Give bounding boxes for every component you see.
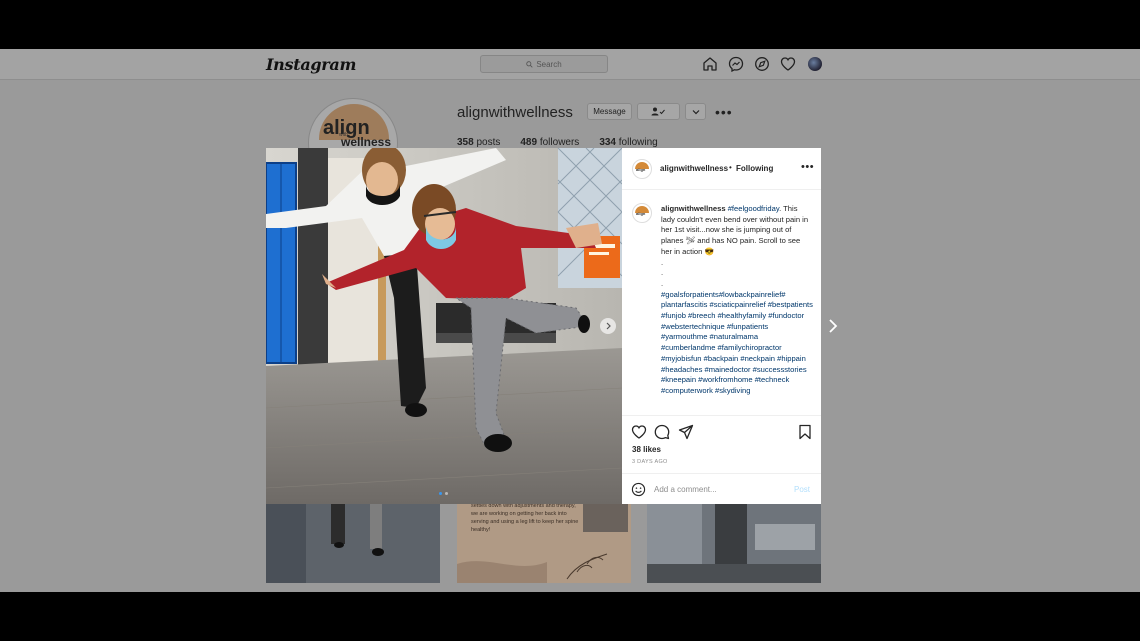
caption-author-avatar[interactable]: align (632, 203, 652, 223)
chevron-right-icon (829, 319, 838, 333)
header-separator: • (729, 163, 732, 172)
carousel-next-button[interactable] (600, 318, 616, 334)
emoji-icon[interactable] (631, 482, 646, 497)
carousel-dot (439, 492, 442, 495)
post-comment-button[interactable]: Post (794, 485, 810, 494)
post-actions: 38 likes 3 DAYS AGO (622, 415, 821, 473)
post-photo[interactable] (266, 148, 622, 504)
video-frame: Instagram Search align with wellness ali… (0, 0, 1140, 641)
caption-username[interactable]: alignwithwellness (661, 204, 726, 213)
post-more-options[interactable]: ••• (801, 161, 814, 173)
caption-dot: . (661, 257, 664, 267)
post-details-panel: align alignwithwellness • Following ••• … (622, 148, 821, 504)
like-count[interactable]: 38 likes (632, 445, 661, 454)
post-header: align alignwithwellness • Following ••• (622, 148, 821, 190)
share-icon[interactable] (678, 424, 694, 440)
post-timestamp[interactable]: 3 DAYS AGO (632, 459, 668, 465)
comment-input[interactable] (654, 482, 784, 497)
caption-hashtag[interactable]: #feelgoodfriday (728, 204, 779, 213)
comment-bar: Post (622, 473, 821, 504)
bookmark-icon[interactable] (797, 424, 813, 440)
caption-hashtags[interactable]: #goalsforpatients#lowbackpainrelief# pla… (661, 290, 813, 395)
carousel-indicator (439, 492, 448, 495)
chevron-right-icon (606, 322, 611, 330)
carousel-dot (445, 492, 448, 495)
caption-dot: . (661, 278, 664, 288)
post-author-username[interactable]: alignwithwellness (660, 164, 728, 173)
following-status[interactable]: Following (736, 164, 773, 173)
caption-dot: . (661, 268, 664, 278)
next-post-button[interactable] (826, 317, 840, 335)
post-caption: alignwithwellness #feelgoodfriday. This … (661, 204, 813, 397)
like-heart-icon[interactable] (631, 424, 647, 440)
post-author-avatar[interactable]: align (632, 159, 652, 179)
caption-scroll-area[interactable]: align alignwithwellness #feelgoodfriday.… (622, 191, 821, 415)
comment-icon[interactable] (654, 424, 670, 440)
browser-screen: Instagram Search align with wellness ali… (0, 49, 1140, 592)
